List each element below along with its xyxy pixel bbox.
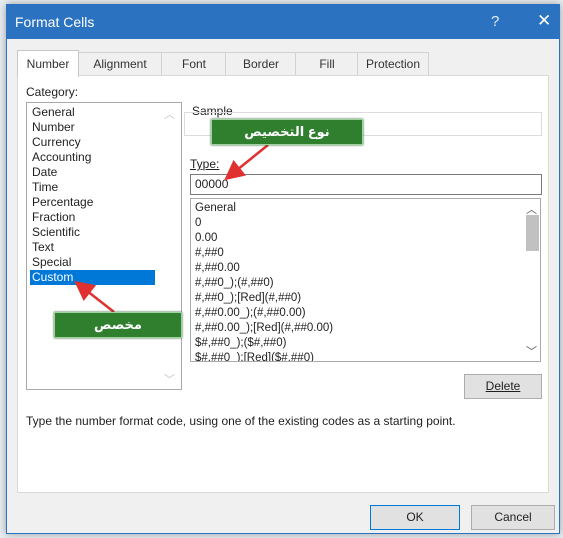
scroll-down-icon[interactable]: ﹀ <box>164 371 175 387</box>
format-item[interactable]: #,##0_);(#,##0) <box>195 276 274 291</box>
category-item[interactable]: Scientific <box>30 225 155 240</box>
format-item[interactable]: 0 <box>195 216 201 231</box>
type-label: Type: <box>190 157 220 171</box>
category-item[interactable]: Text <box>30 240 155 255</box>
delete-button[interactable]: Delete <box>464 374 542 399</box>
format-item[interactable]: #,##0_);[Red](#,##0) <box>195 291 301 306</box>
delete-button-label: Delete <box>485 379 521 393</box>
type-annotation-callout: نوع التخصيص <box>211 119 363 145</box>
category-item[interactable]: Number <box>30 120 155 135</box>
category-item[interactable]: Date <box>30 165 155 180</box>
ok-button[interactable]: OK <box>370 505 460 530</box>
scroll-thumb[interactable] <box>526 215 539 251</box>
cancel-button[interactable]: Cancel <box>471 505 555 530</box>
category-item[interactable]: Currency <box>30 135 155 150</box>
tab-number[interactable]: Number <box>17 50 79 77</box>
category-item[interactable]: General <box>30 105 155 120</box>
format-list-scrollbar[interactable]: ︿ ﹀ <box>522 199 540 361</box>
scroll-up-icon[interactable]: ︿ <box>164 106 175 122</box>
tab-font[interactable]: Font <box>161 52 227 75</box>
format-item[interactable]: #,##0 <box>195 246 224 261</box>
category-item[interactable]: Accounting <box>30 150 155 165</box>
custom-annotation-callout: مخصص <box>54 312 182 338</box>
tab-fill[interactable]: Fill <box>295 52 359 75</box>
format-code-list[interactable]: General 0 0.00 #,##0 #,##0.00 #,##0_);(#… <box>190 198 541 362</box>
category-item[interactable]: Time <box>30 180 155 195</box>
format-cells-dialog: Format Cells ? ✕ Number Alignment Font B… <box>6 4 560 534</box>
format-item[interactable]: #,##0.00 <box>195 261 240 276</box>
category-item[interactable]: Percentage <box>30 195 155 210</box>
tab-protection[interactable]: Protection <box>357 52 429 75</box>
category-item[interactable]: Special <box>30 255 155 270</box>
close-icon[interactable]: ✕ <box>537 11 551 31</box>
format-item[interactable]: #,##0.00_);(#,##0.00) <box>195 306 306 321</box>
category-list[interactable]: General Number Currency Accounting Date … <box>26 102 182 390</box>
format-item[interactable]: General <box>195 201 236 216</box>
tab-alignment[interactable]: Alignment <box>77 52 163 75</box>
category-label: Category: <box>26 85 79 99</box>
help-icon[interactable]: ? <box>491 13 499 30</box>
format-item[interactable]: #,##0.00_);[Red](#,##0.00) <box>195 321 333 336</box>
category-item[interactable]: Fraction <box>30 210 155 225</box>
format-item[interactable]: $#,##0_);[Red]($#,##0) <box>195 351 314 361</box>
format-item[interactable]: 0.00 <box>195 231 217 246</box>
format-item[interactable]: $#,##0_);($#,##0) <box>195 336 286 351</box>
tab-border[interactable]: Border <box>225 52 297 75</box>
category-item-custom-selected[interactable]: Custom <box>30 270 155 285</box>
dialog-title: Format Cells <box>15 14 95 30</box>
title-bar: Format Cells ? ✕ <box>7 5 559 39</box>
scroll-down-icon[interactable]: ﹀ <box>526 343 537 359</box>
format-description: Type the number format code, using one o… <box>26 414 456 428</box>
type-input[interactable]: 00000 <box>190 174 542 195</box>
